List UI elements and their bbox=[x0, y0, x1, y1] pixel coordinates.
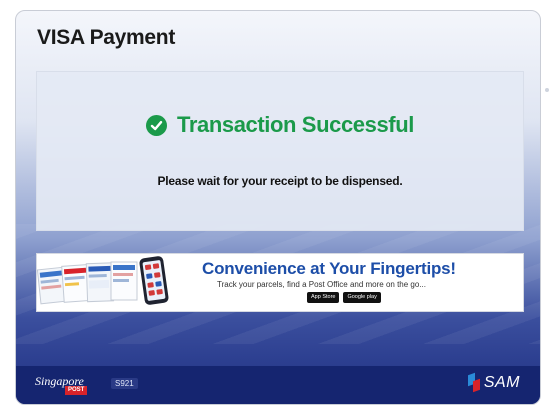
page-title: VISA Payment bbox=[37, 26, 176, 49]
sam-brand-text: SAM bbox=[483, 374, 520, 391]
sam-logo-icon bbox=[468, 374, 480, 392]
receipt-instruction: Please wait for your receipt to be dispe… bbox=[157, 174, 403, 188]
app-screenshots-graphic bbox=[37, 261, 138, 305]
phone-graphic bbox=[138, 255, 170, 306]
check-circle-icon bbox=[146, 114, 168, 136]
edge-dot bbox=[545, 88, 549, 92]
banner-headline: Convenience at Your Fingertips! bbox=[202, 259, 456, 278]
success-message: Transaction Successful bbox=[177, 112, 414, 137]
google-play-badge: Google play bbox=[343, 292, 381, 303]
promo-banner: Convenience at Your Fingertips! Track yo… bbox=[36, 253, 524, 312]
sam-logo: SAM bbox=[468, 374, 520, 392]
footer-bar: Singapore POST S921 SAM bbox=[16, 366, 540, 404]
logo-post-tag: POST bbox=[65, 386, 88, 395]
singapore-post-logo: Singapore POST bbox=[35, 374, 105, 396]
success-row: Transaction Successful bbox=[37, 112, 523, 138]
status-panel: Transaction Successful Please wait for y… bbox=[36, 71, 524, 231]
kiosk-screen: VISA Payment Transaction Successful Plea… bbox=[15, 10, 541, 405]
store-badges: App Store Google play bbox=[307, 292, 381, 303]
terminal-code: S921 bbox=[111, 378, 138, 389]
app-store-badge: App Store bbox=[307, 292, 340, 303]
banner-subline: Track your parcels, find a Post Office a… bbox=[217, 280, 426, 289]
